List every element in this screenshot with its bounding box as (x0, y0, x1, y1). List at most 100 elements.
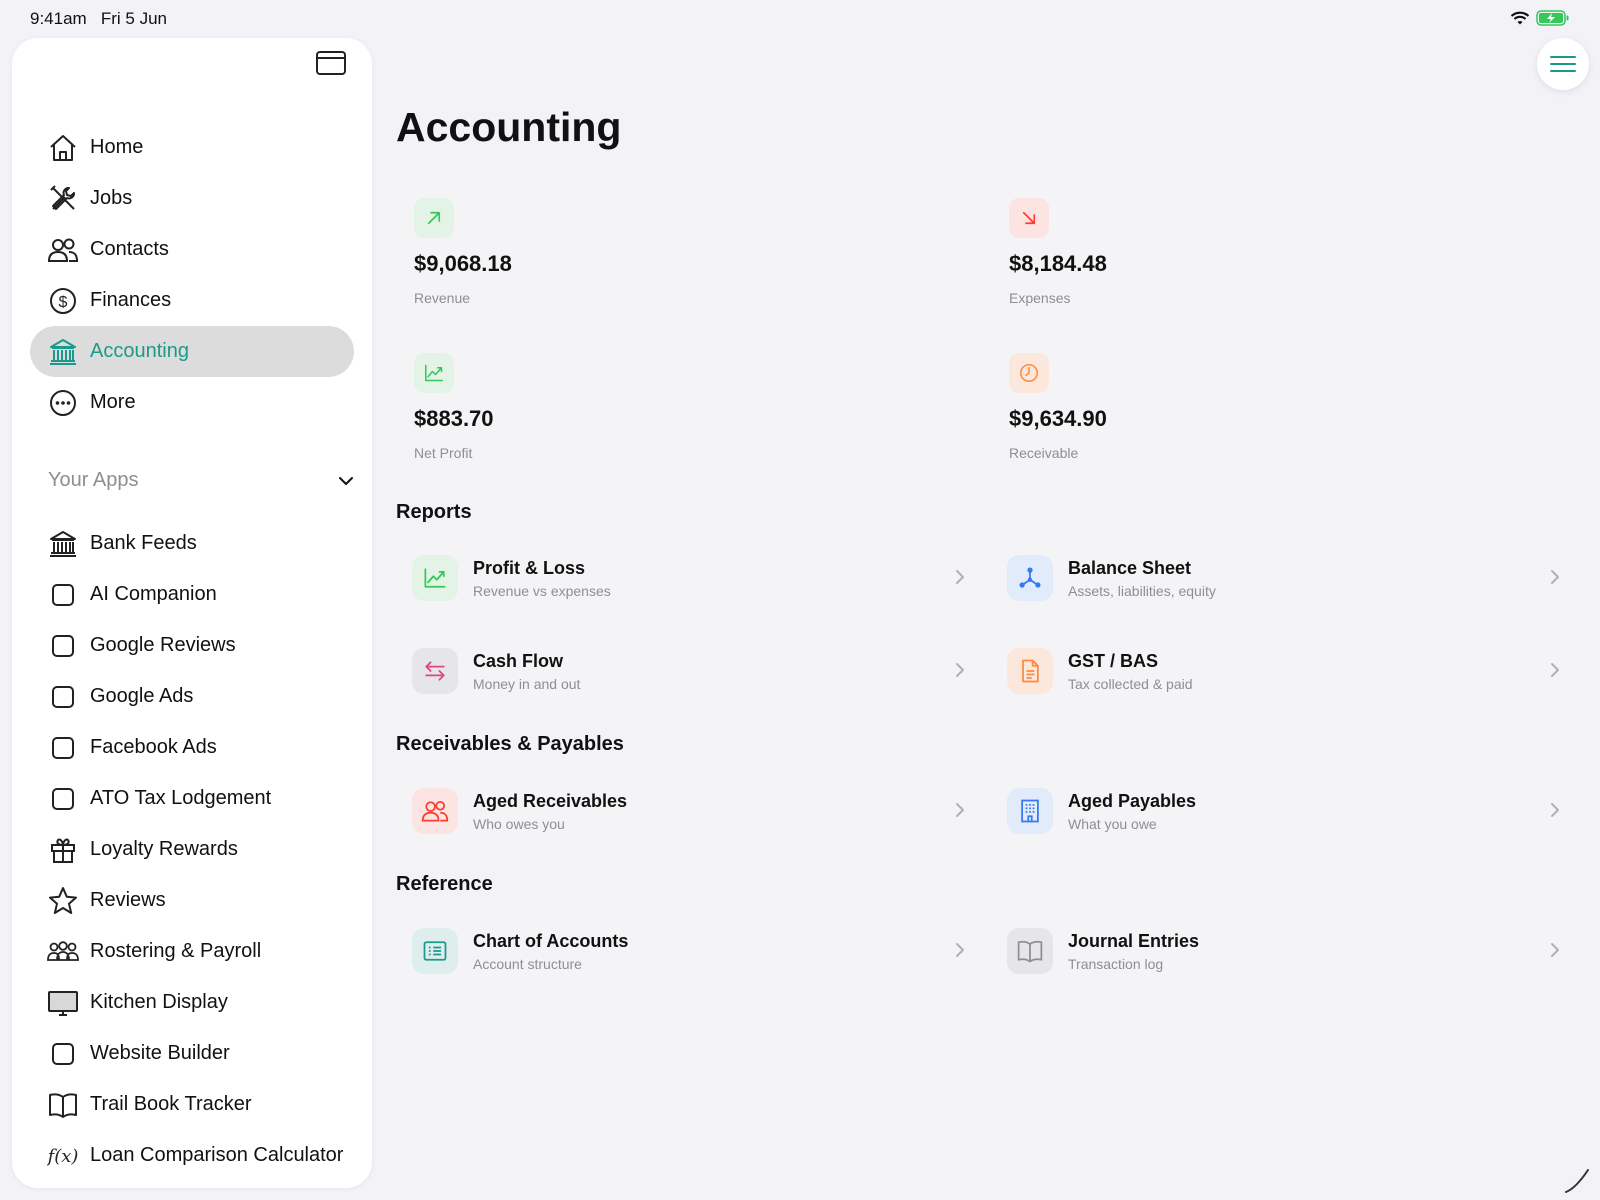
sidebar-item-home[interactable]: Home (30, 122, 354, 173)
square-icon (52, 787, 74, 810)
app-item-ato-tax-lodgement[interactable]: ATO Tax Lodgement (30, 773, 354, 824)
list-icon (423, 941, 447, 961)
sidebar-item-contacts[interactable]: Contacts (30, 224, 354, 275)
sidebar-item-more[interactable]: More (30, 377, 354, 428)
chevron-right-icon (1551, 570, 1559, 584)
stat-label: Expenses (1009, 290, 1071, 306)
square-icon-wrapper (46, 731, 80, 765)
app-item-trail-book-tracker[interactable]: Trail Book Tracker (30, 1079, 354, 1130)
gift-icon (51, 838, 75, 863)
function-icon-wrapper: f(x) (46, 1139, 80, 1173)
app-item-label: Loan Comparison Calculator (90, 1144, 344, 1166)
chevron-down-icon[interactable] (338, 476, 354, 486)
stat-icon (414, 198, 454, 238)
display-icon-wrapper (46, 986, 80, 1020)
chevron-right-icon (956, 663, 964, 677)
book-icon-wrapper (46, 1088, 80, 1122)
card-icon (1007, 788, 1053, 834)
status-date-text: Fri 5 Jun (100, 9, 168, 28)
app-item-label: Loyalty Rewards (90, 838, 238, 860)
card-icon (412, 928, 458, 974)
card-aged-receivables[interactable]: Aged Receivables Who owes you (396, 771, 981, 851)
your-apps-header[interactable]: Your Apps (48, 469, 354, 492)
app-item-label: Trail Book Tracker (90, 1093, 252, 1115)
card-title: Profit & Loss (473, 558, 586, 578)
status-time: 9:41am Fri 5 Jun (30, 9, 167, 29)
card-subtitle: Tax collected & paid (1068, 676, 1193, 692)
chevron-right-icon (956, 803, 964, 817)
tools-icon-wrapper (46, 182, 80, 216)
group-icon-wrapper (46, 935, 80, 969)
square-icon (52, 634, 74, 657)
app-item-website-builder[interactable]: Website Builder (30, 1028, 354, 1079)
card-aged-payables[interactable]: Aged Payables What you owe (991, 771, 1576, 851)
app-item-google-ads[interactable]: Google Ads (30, 671, 354, 722)
gift-icon-wrapper (46, 833, 80, 867)
arrows-swap-icon (425, 661, 445, 681)
card-subtitle: Revenue vs expenses (473, 583, 611, 599)
your-apps-label: Your Apps (48, 469, 139, 491)
svg-text:$: $ (59, 294, 68, 311)
card-subtitle: Account structure (473, 956, 582, 972)
card-subtitle: Assets, liabilities, equity (1068, 583, 1216, 599)
card-icon (412, 788, 458, 834)
card-subtitle: Transaction log (1068, 956, 1164, 972)
square-icon (52, 685, 74, 708)
app-item-kitchen-display[interactable]: Kitchen Display (30, 977, 354, 1028)
card-title: Chart of Accounts (473, 931, 629, 951)
app-item-bank-feeds[interactable]: Bank Feeds (30, 518, 354, 569)
menu-button[interactable] (1537, 38, 1589, 90)
app-item-loyalty-rewards[interactable]: Loyalty Rewards (30, 824, 354, 875)
app-item-reviews[interactable]: Reviews (30, 875, 354, 926)
square-icon-wrapper (46, 1037, 80, 1071)
app-item-facebook-ads[interactable]: Facebook Ads (30, 722, 354, 773)
sidebar-toggle-icon[interactable] (316, 51, 346, 75)
app-item-label: Kitchen Display (90, 991, 228, 1013)
stat-value: $9,634.90 (1009, 406, 1107, 431)
card-journal-entries[interactable]: Journal Entries Transaction log (991, 911, 1576, 991)
document-icon (1022, 659, 1039, 683)
app-item-ai-companion[interactable]: AI Companion (30, 569, 354, 620)
battery-icon (1536, 10, 1569, 26)
sidebar-item-finances[interactable]: $ Finances (30, 275, 354, 326)
card-icon (1007, 928, 1053, 974)
square-icon (52, 736, 74, 759)
arrow-up-right-icon (427, 211, 441, 225)
app-item-rostering-payroll[interactable]: Rostering & Payroll (30, 926, 354, 977)
apps-list: Bank Feeds AI Companion Google Reviews Goog… (30, 518, 354, 1188)
square-icon-wrapper (46, 578, 80, 612)
app-item-label: Rostering & Payroll (90, 940, 262, 962)
sidebar-item-label: Contacts (90, 238, 169, 260)
section-title-receivables: Receivables & Payables (396, 733, 624, 755)
chart-line-icon (424, 568, 446, 588)
card-cash-flow[interactable]: Cash Flow Money in and out (396, 631, 981, 711)
card-gst-bas[interactable]: GST / BAS Tax collected & paid (991, 631, 1576, 711)
sidebar-item-accounting[interactable]: Accounting (30, 326, 354, 377)
sidebar-nav: Home Jobs Contacts $ Finances Accounting More (30, 122, 354, 428)
sidebar-item-jobs[interactable]: Jobs (30, 173, 354, 224)
svg-text:f(x): f(x) (47, 1146, 78, 1167)
people-icon (421, 800, 449, 822)
stat-card-expenses: $8,184.48 Expenses (991, 180, 1576, 320)
app-item-google-reviews[interactable]: Google Reviews (30, 620, 354, 671)
card-title: Aged Receivables (473, 791, 628, 811)
app-item-label: AI Companion (90, 583, 217, 605)
section-title-reference: Reference (396, 873, 493, 895)
card-profit-loss[interactable]: Profit & Loss Revenue vs expenses (396, 538, 981, 618)
page-title: Accounting (396, 104, 622, 150)
stat-value: $8,184.48 (1009, 251, 1107, 276)
app-item-loan-comparison-calculator[interactable]: f(x) Loan Comparison Calculator (30, 1130, 354, 1181)
square-icon-wrapper (46, 680, 80, 714)
sidebar: Home Jobs Contacts $ Finances Accounting More … (12, 38, 372, 1188)
card-chart-of-accounts[interactable]: Chart of Accounts Account structure (396, 911, 981, 991)
card-balance-sheet[interactable]: Balance Sheet Assets, liabilities, equit… (991, 538, 1576, 618)
chevron-right-icon (956, 570, 964, 584)
app-item-bid-compliance-pack[interactable]: BID Compliance Pack (30, 1181, 354, 1188)
chevron-right-icon (1551, 943, 1559, 957)
status-bar: 9:41am Fri 5 Jun (0, 0, 1600, 36)
building-icon (1021, 799, 1039, 823)
sidebar-item-label: More (90, 391, 136, 413)
ellipsis-circle-icon (50, 389, 76, 416)
stat-label: Net Profit (414, 445, 473, 461)
book-icon (49, 1092, 77, 1118)
